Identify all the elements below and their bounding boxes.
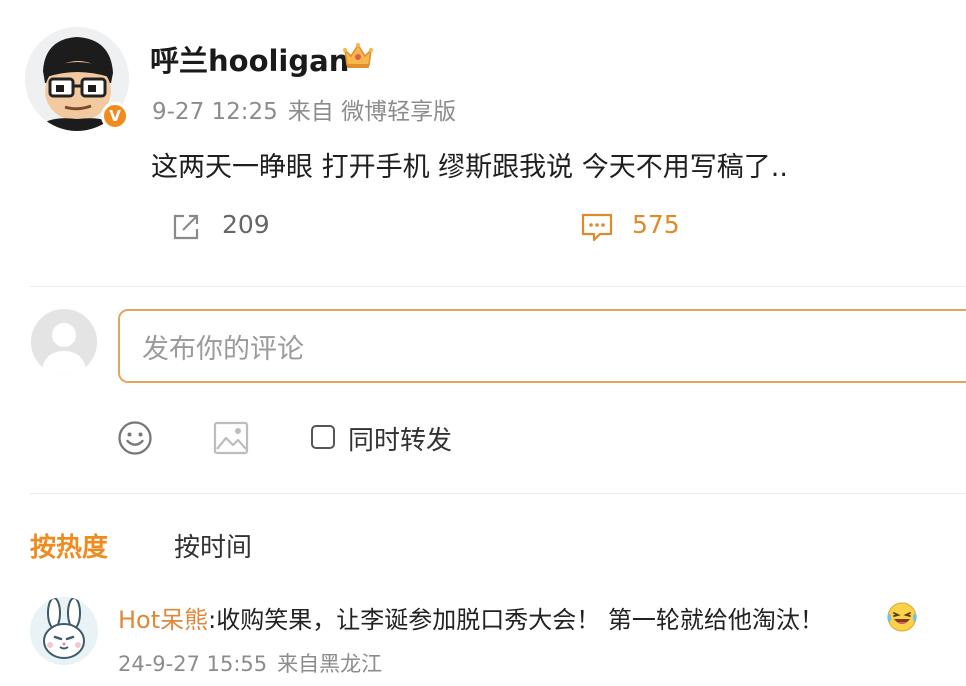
comment-icon[interactable] (580, 211, 614, 243)
comment-text: 收购笑果，让李诞参加脱口秀大会！ 第一轮就给他淘汰！ (216, 606, 824, 634)
smiley-icon[interactable] (117, 420, 153, 456)
repost-count[interactable]: 209 (222, 210, 270, 239)
post-body-text: 这两天一睁眼 打开手机 缪斯跟我说 今天不用写稿了.. (151, 152, 788, 183)
current-user-avatar (31, 309, 97, 375)
commenter-username[interactable]: Hot呆熊 (118, 606, 208, 634)
comment-source: 来自黑龙江 (277, 652, 383, 676)
crown-icon[interactable] (342, 40, 374, 72)
post-source: 来自 微博轻享版 (287, 99, 457, 125)
comment-content: Hot呆熊:收购笑果，让李诞参加脱口秀大会！ 第一轮就给他淘汰！ (118, 600, 824, 635)
comment-meta: 24-9-27 15:55 来自黑龙江 (118, 648, 382, 678)
post-meta: 9-27 12:25 来自 微博轻享版 (152, 92, 456, 126)
post-time: 9-27 12:25 (152, 99, 278, 125)
author-username[interactable]: 呼兰hooligan (150, 38, 349, 80)
default-avatar-icon (31, 309, 97, 375)
comment-time: 24-9-27 15:55 (118, 652, 268, 676)
verified-badge-icon: V (101, 102, 129, 130)
laughing-crying-emoji-icon (887, 602, 917, 632)
comment-input-placeholder: 发布你的评论 (142, 333, 304, 365)
section-divider (30, 493, 966, 494)
tab-sort-by-hot[interactable]: 按热度 (30, 527, 108, 564)
repost-checkbox-label[interactable]: 同时转发 (348, 420, 452, 457)
comment-count[interactable]: 575 (632, 210, 680, 239)
section-divider (30, 286, 966, 287)
commenter-avatar[interactable] (30, 597, 98, 665)
comment-input[interactable]: 发布你的评论 (118, 309, 966, 383)
share-icon[interactable] (170, 211, 202, 243)
bunny-avatar-image (30, 597, 98, 665)
tab-sort-by-time[interactable]: 按时间 (174, 527, 252, 564)
image-icon[interactable] (213, 421, 249, 455)
repost-checkbox[interactable] (311, 425, 335, 449)
